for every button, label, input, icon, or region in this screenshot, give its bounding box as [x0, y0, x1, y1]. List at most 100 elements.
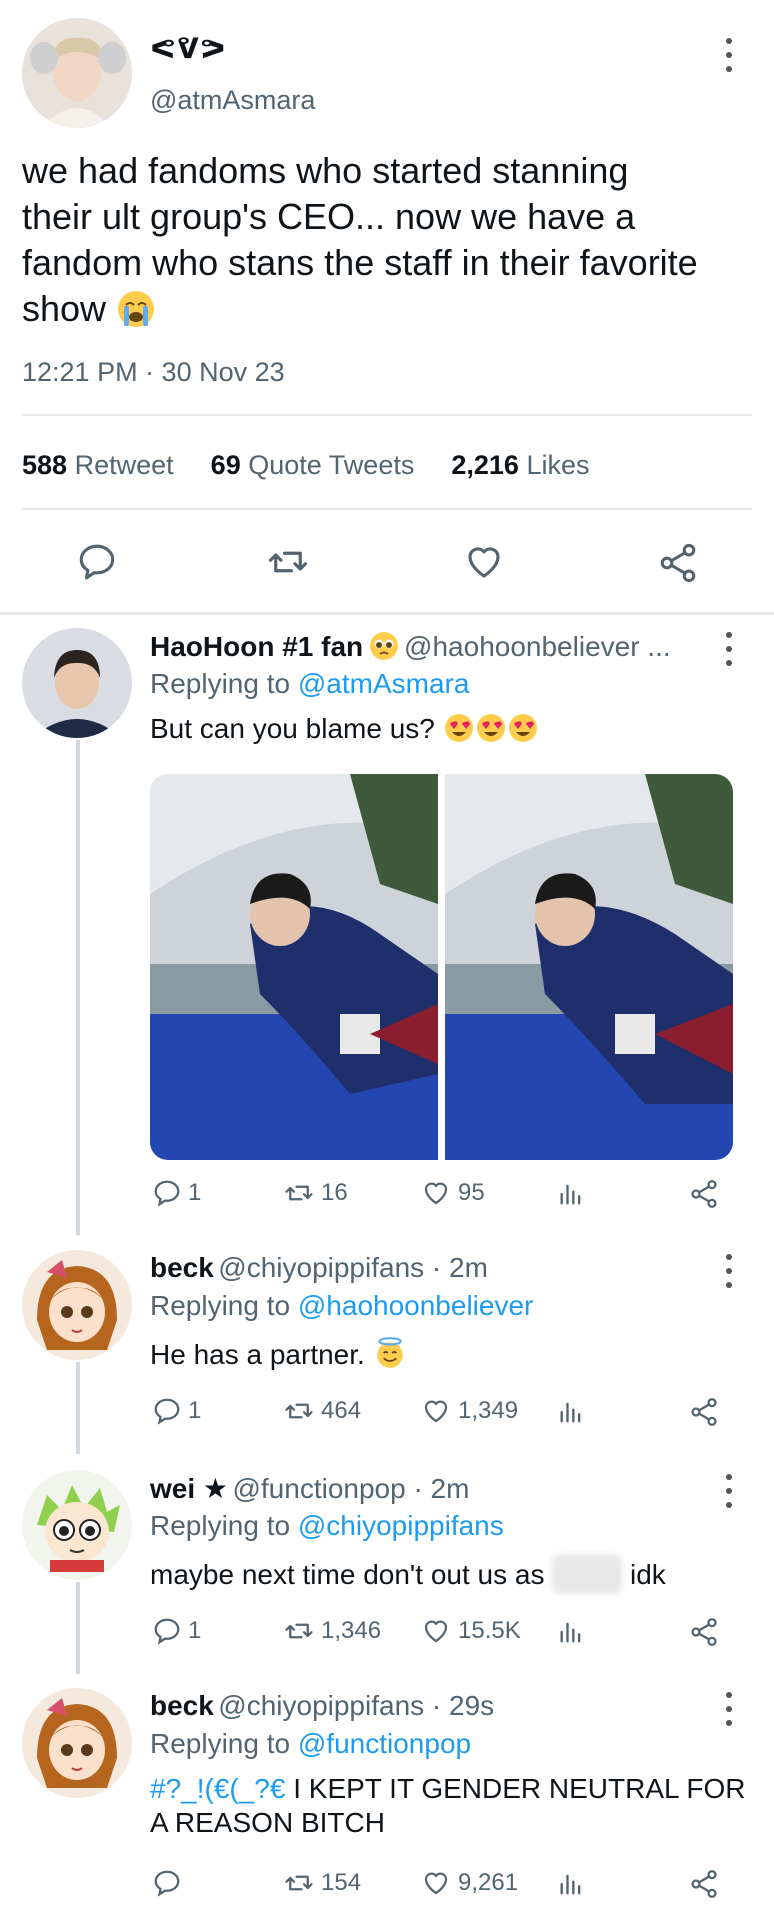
author-avatar[interactable]: [22, 18, 132, 128]
like-count: 15.5K: [458, 1617, 521, 1644]
retweet-icon: [285, 1403, 313, 1419]
more-options-icon[interactable]: [724, 1692, 734, 1726]
replying-to: Replying to @chiyopippifans: [150, 1510, 504, 1541]
like-action[interactable]: 95: [420, 1178, 485, 1208]
reply-icon: [154, 1870, 180, 1897]
author-handle[interactable]: @atmAsmara: [150, 85, 315, 116]
retweet-icon: [285, 1185, 313, 1201]
analytics-action[interactable]: [556, 1398, 592, 1426]
tweet-timestamp[interactable]: 12:21 PM · 30 Nov 23: [22, 357, 285, 388]
likes-stat[interactable]: 2,216 Likes: [451, 450, 589, 480]
tweet-stats: 588 Retweet 69 Quote Tweets 2,216 Likes: [22, 450, 590, 481]
share-icon: [660, 543, 696, 583]
reply-action[interactable]: 1: [152, 1396, 201, 1426]
reply-display-name[interactable]: HaoHoon #1 fan: [150, 631, 363, 662]
reply-text: #?_!(€(_?€ I KEPT IT GENDER NEUTRAL FOR …: [150, 1773, 746, 1838]
reply-avatar[interactable]: [22, 1250, 132, 1360]
media-image[interactable]: [150, 774, 438, 1160]
reply-icon: [154, 1180, 180, 1207]
reply-display-name[interactable]: wei ★: [150, 1473, 228, 1504]
analytics-action[interactable]: [556, 1180, 592, 1208]
analytics-action[interactable]: [556, 1870, 592, 1898]
heart-icon: [424, 1872, 448, 1895]
heart-icon: [424, 1620, 448, 1643]
like-action[interactable]: 15.5K: [420, 1616, 521, 1646]
share-button[interactable]: [656, 541, 700, 590]
reply-avatar[interactable]: [22, 1470, 132, 1580]
analytics-icon: [560, 1184, 581, 1205]
reply-text: He has a partner.: [150, 1336, 405, 1372]
replying-to-mention[interactable]: @atmAsmara: [298, 668, 470, 699]
reply-text: maybe next time don't out us as idk: [150, 1554, 666, 1594]
author-display-name[interactable]: ᕙᕓᕗ: [150, 32, 227, 65]
heart-eyes-emoji-icon: [475, 712, 507, 744]
thread-line: [76, 1582, 80, 1674]
like-action[interactable]: 1,349: [420, 1396, 518, 1426]
halo-smile-emoji-icon: [373, 1336, 405, 1368]
share-icon: [691, 1870, 717, 1898]
hashtag[interactable]: #?_!(€(_?€: [150, 1773, 285, 1804]
analytics-icon: [560, 1874, 581, 1895]
quotes-stat[interactable]: 69 Quote Tweets: [211, 450, 415, 480]
reply-handle[interactable]: @functionpop · 2m: [232, 1473, 469, 1504]
reply-avatar[interactable]: [22, 628, 132, 738]
replying-to-mention[interactable]: @functionpop: [298, 1728, 471, 1759]
reply-header: wei ★ @functionpop · 2m: [150, 1472, 469, 1505]
thread-line: [76, 1362, 80, 1454]
reply-display-name[interactable]: beck: [150, 1690, 214, 1721]
retweet-action[interactable]: 154: [283, 1868, 361, 1898]
reply-count: 1: [188, 1179, 202, 1206]
share-action[interactable]: [688, 1178, 726, 1210]
retweet-icon: [285, 1875, 313, 1891]
reply-action[interactable]: 1: [152, 1616, 201, 1646]
replying-to-mention[interactable]: @haohoonbeliever: [298, 1290, 533, 1321]
reply-handle[interactable]: @chiyopippifans · 2m: [218, 1252, 488, 1283]
share-icon: [691, 1398, 717, 1426]
share-action[interactable]: [688, 1616, 726, 1648]
reply-action[interactable]: [152, 1868, 188, 1898]
replying-to: Replying to @haohoonbeliever: [150, 1290, 534, 1321]
like-button[interactable]: [462, 541, 506, 588]
reply-action[interactable]: 1: [152, 1178, 201, 1208]
reply-icon: [154, 1618, 180, 1645]
media-image[interactable]: [445, 774, 733, 1160]
retweet-count: 16: [321, 1179, 348, 1206]
retweets-stat[interactable]: 588 Retweet: [22, 450, 174, 480]
more-options-icon[interactable]: [724, 1254, 734, 1288]
retweet-button[interactable]: [266, 541, 310, 588]
reply-handle[interactable]: @chiyopippifans · 29s: [218, 1690, 494, 1721]
like-action[interactable]: 9,261: [420, 1868, 518, 1898]
retweet-action[interactable]: 1,346: [283, 1616, 381, 1646]
analytics-icon: [560, 1402, 581, 1423]
reply-handle[interactable]: @haohoonbeliever ...: [404, 631, 671, 662]
divider: [22, 414, 752, 416]
retweet-count: 154: [321, 1869, 362, 1896]
retweet-action[interactable]: 16: [283, 1178, 348, 1208]
share-icon: [691, 1618, 717, 1646]
retweet-count: 1,346: [321, 1617, 382, 1644]
retweet-icon: [285, 1623, 313, 1639]
more-options-icon[interactable]: [724, 1474, 734, 1508]
reply-display-name[interactable]: beck: [150, 1252, 214, 1283]
tweet-line: we had fandoms who started stanning: [22, 150, 629, 191]
crying-face-emoji-icon: [116, 289, 156, 329]
reply-avatar[interactable]: [22, 1688, 132, 1798]
like-count: 1,349: [458, 1397, 519, 1424]
heart-eyes-emoji-icon: [507, 712, 539, 744]
more-options-icon[interactable]: [724, 632, 734, 666]
like-count: 95: [458, 1179, 485, 1206]
retweet-icon: [268, 551, 308, 573]
reply-header: beck @chiyopippifans · 29s: [150, 1690, 494, 1722]
analytics-action[interactable]: [556, 1618, 592, 1646]
more-options-icon[interactable]: [724, 38, 734, 72]
retweet-count: 464: [321, 1397, 362, 1424]
reply-count: 1: [188, 1397, 202, 1424]
reply-icon: [154, 1398, 180, 1425]
like-count: 9,261: [458, 1869, 519, 1896]
share-action[interactable]: [688, 1868, 726, 1900]
retweet-action[interactable]: 464: [283, 1396, 361, 1426]
replying-to-mention[interactable]: @chiyopippifans: [298, 1510, 504, 1541]
reply-button[interactable]: [76, 541, 118, 588]
share-action[interactable]: [688, 1396, 726, 1428]
replying-to: Replying to @functionpop: [150, 1728, 472, 1759]
